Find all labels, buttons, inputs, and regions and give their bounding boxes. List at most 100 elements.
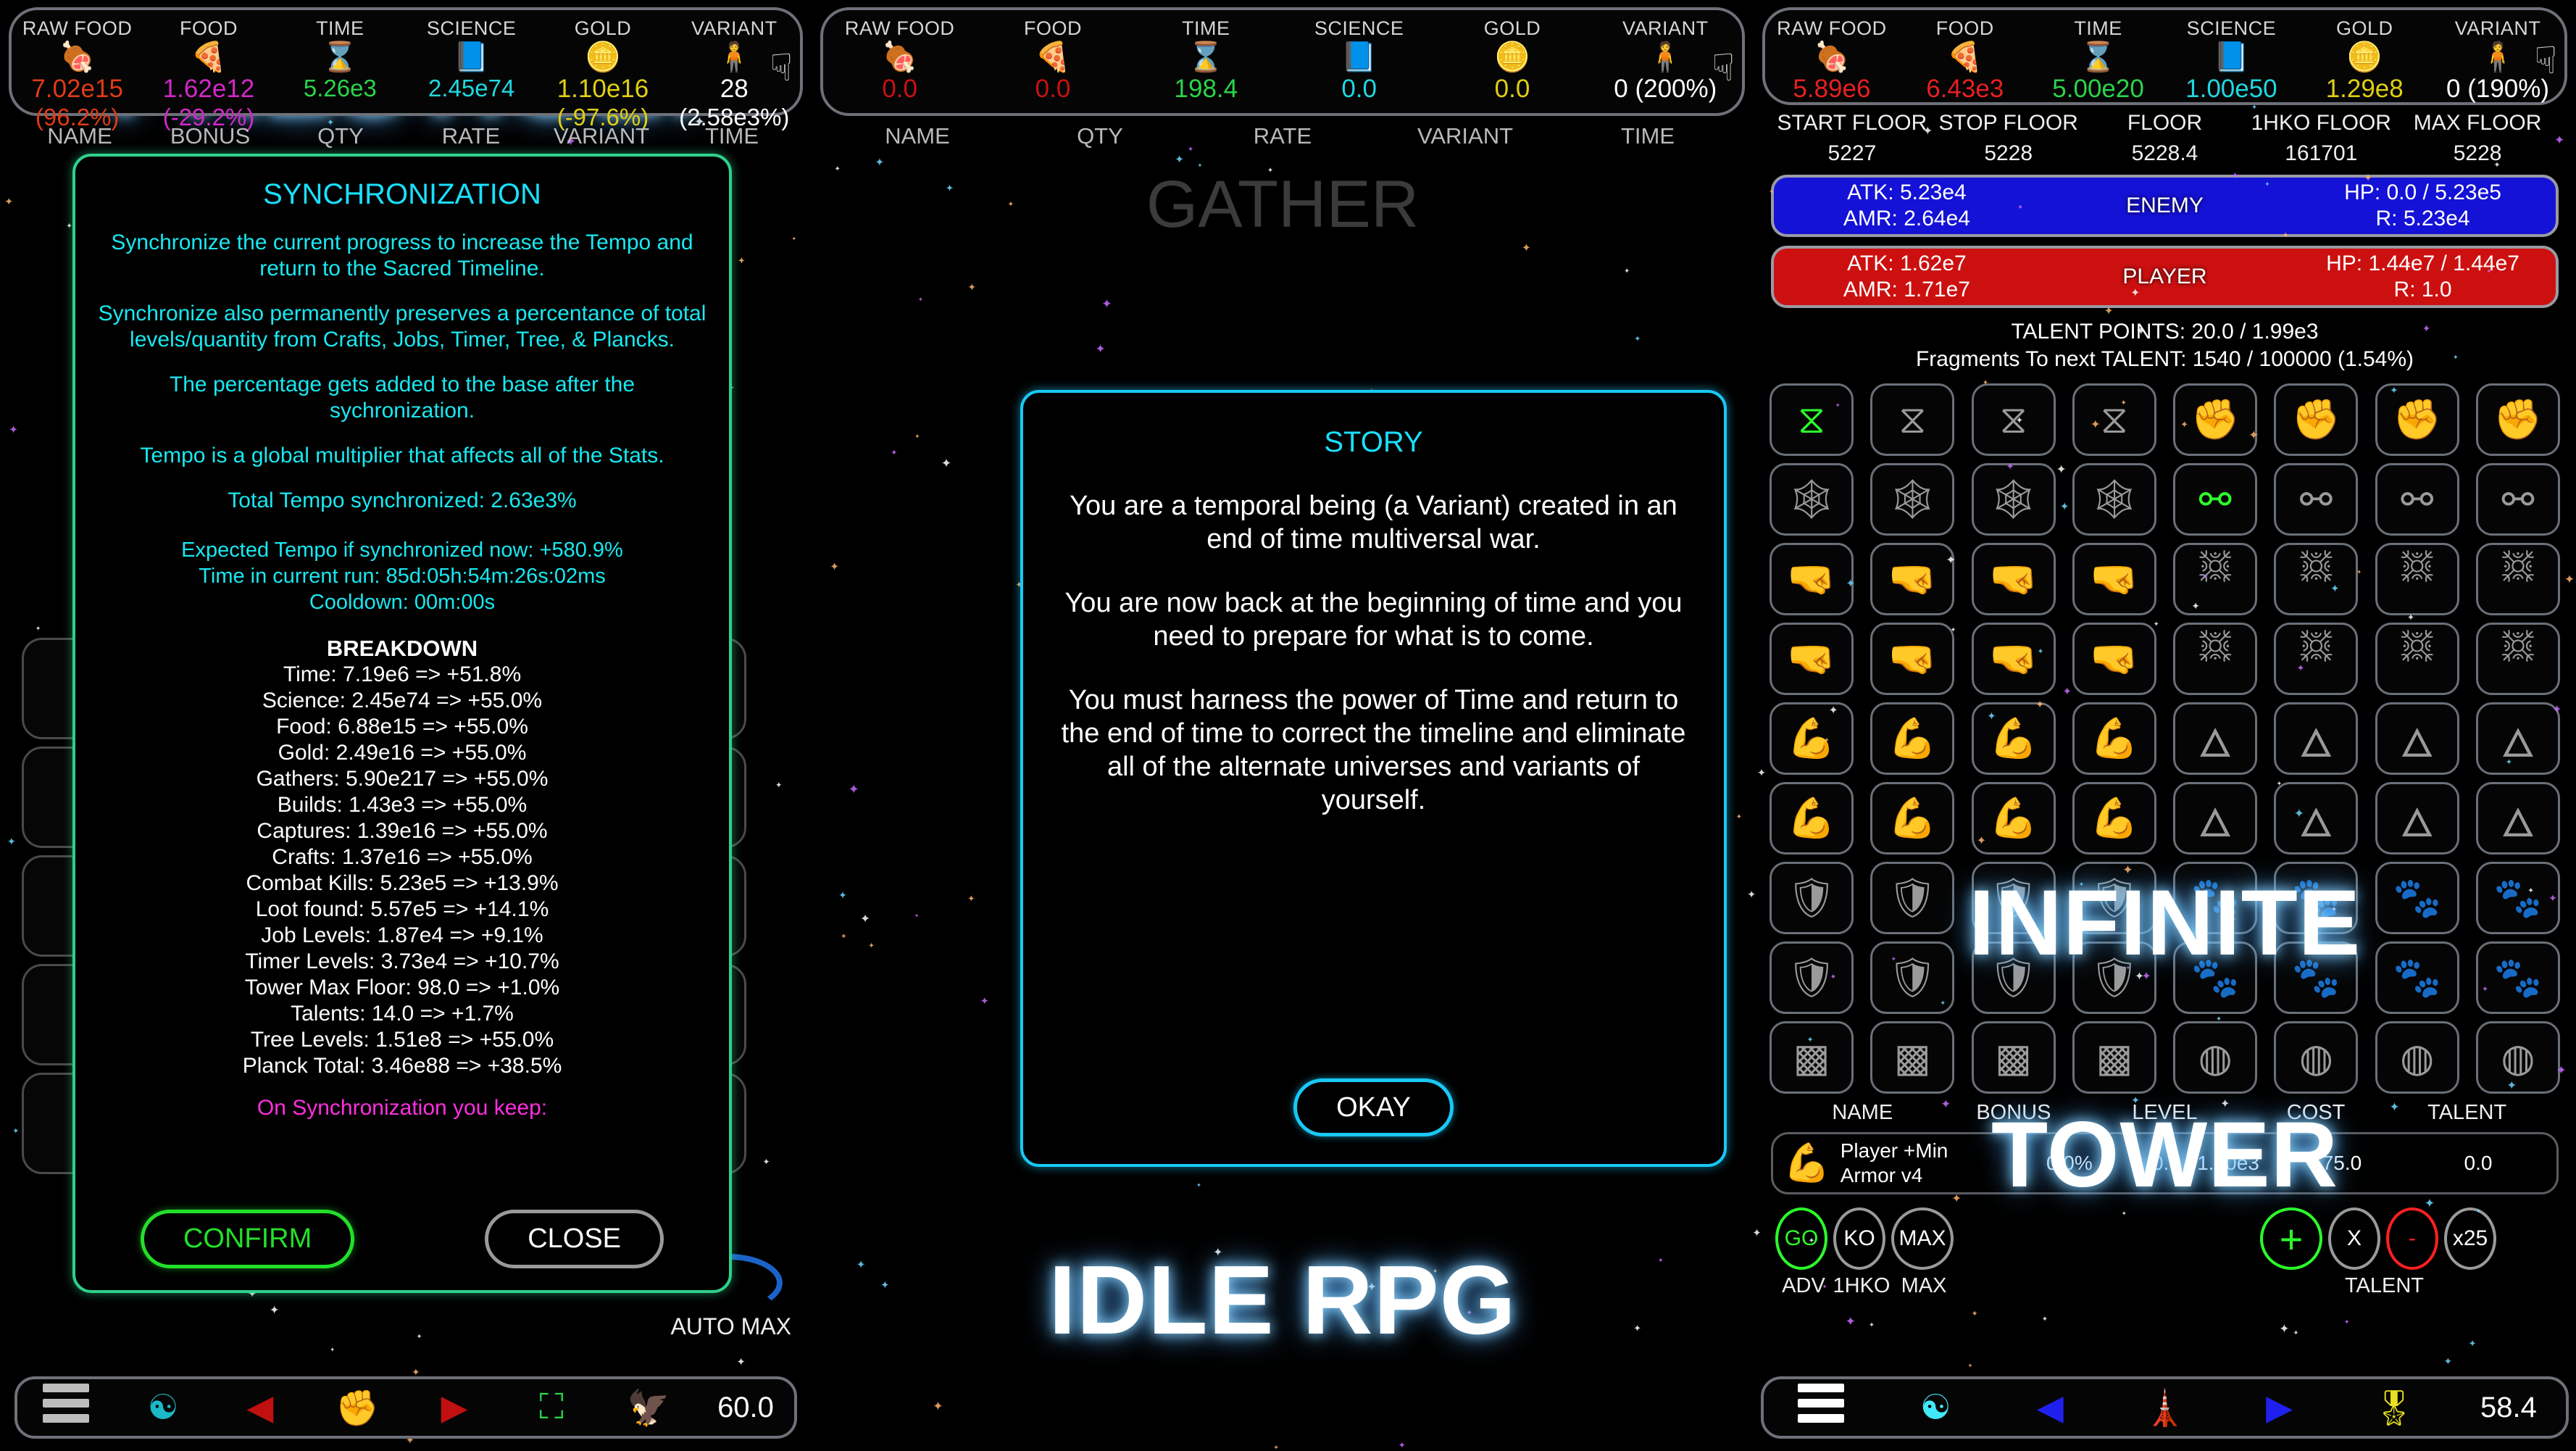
talent-cell[interactable]: 🤜 (1770, 623, 1854, 695)
resource-time[interactable]: TIME ⌛ 198.4 (1130, 10, 1283, 104)
talent-medal-icon[interactable]: 🎖 (2337, 1387, 2451, 1429)
talent-cell[interactable]: 💪 (2072, 702, 2156, 775)
talent-cell[interactable]: ◍ (2173, 1021, 2258, 1094)
value-start-floor[interactable]: 5227 (1774, 141, 1930, 166)
confirm-button[interactable]: CONFIRM (140, 1210, 355, 1268)
talent-cell[interactable]: 🤜 (1870, 623, 1955, 695)
resource-food[interactable]: FOOD 🍕 1.62e12 (-29.2%) (143, 10, 274, 131)
resource-label: GOLD (2335, 17, 2393, 39)
talent-cell[interactable]: ⚯ (2375, 463, 2459, 536)
talent-cell[interactable]: 🜂 (2475, 702, 2560, 775)
prev-arrow-icon[interactable]: ◀ (1993, 1387, 2107, 1428)
talent-cell[interactable]: 🕸 (2072, 463, 2156, 536)
talent-cell[interactable]: 🤜 (2072, 543, 2156, 615)
prev-arrow-icon[interactable]: ◀ (212, 1387, 309, 1428)
talent-cell[interactable]: ▩ (2072, 1021, 2156, 1094)
talent-cell[interactable]: 𑗋 (2274, 543, 2359, 615)
next-arrow-icon[interactable]: ▶ (2222, 1387, 2337, 1428)
talent-cell[interactable]: ⚯ (2274, 463, 2359, 536)
talent-cell[interactable]: 🕸 (1971, 463, 2056, 536)
talent-cell[interactable]: ⧖ (1971, 383, 2056, 456)
talent-cell[interactable]: 🜂 (2475, 782, 2560, 855)
talent-cell[interactable]: 🜂 (2274, 702, 2359, 775)
resource-food[interactable]: FOOD 🍕 6.43e3 (1898, 10, 2032, 104)
go-button[interactable]: GO (1775, 1207, 1827, 1270)
talent-cell[interactable]: 🜂 (2375, 782, 2459, 855)
talent-cell[interactable]: 💪 (1870, 782, 1955, 855)
talent-cell[interactable]: 💪 (1971, 702, 2056, 775)
talent-cell[interactable]: 🤜 (2072, 623, 2156, 695)
prestige-icon[interactable]: ☯ (114, 1387, 212, 1428)
talent-cell[interactable]: 𑗋 (2475, 623, 2560, 695)
talent-cell[interactable]: 𑗋 (2475, 543, 2560, 615)
next-arrow-icon[interactable]: ▶ (406, 1387, 503, 1428)
talent-cell[interactable]: 𑗋 (2375, 623, 2459, 695)
resource-gold[interactable]: GOLD 🪙 1.10e16 (-97.6%) (537, 10, 668, 131)
variant-bird-icon[interactable]: 🦅 (600, 1387, 697, 1429)
talent-cell[interactable]: 🜂 (2173, 702, 2258, 775)
talent-multiply-button[interactable]: X (2328, 1207, 2380, 1270)
talent-remove-button[interactable]: - (2386, 1207, 2438, 1270)
resource-science[interactable]: SCIENCE 📘 1.00e50 (2164, 10, 2298, 104)
talent-cell[interactable]: 🜂 (2375, 702, 2459, 775)
resource-food[interactable]: FOOD 🍕 0.0 (976, 10, 1129, 104)
talent-cell[interactable]: 𑗋 (2375, 543, 2459, 615)
talent-cell[interactable]: ◍ (2274, 1021, 2359, 1094)
resource-gold[interactable]: GOLD 🪙 0.0 (1435, 10, 1588, 104)
talent-cell[interactable]: 🤜 (1770, 543, 1854, 615)
talent-cell[interactable]: ⚯ (2173, 463, 2258, 536)
talent-cell[interactable]: 𑗋 (2274, 623, 2359, 695)
resource-science[interactable]: SCIENCE 📘 2.45e74 (406, 10, 537, 102)
talent-cell[interactable]: ✊ (2274, 383, 2359, 456)
talent-cell[interactable]: 🤜 (1870, 543, 1955, 615)
talent-cell[interactable]: ⧖ (1770, 383, 1854, 456)
menu-button[interactable] (17, 1377, 114, 1438)
resource-raw-food[interactable]: RAW FOOD 🍖 0.0 (823, 10, 976, 104)
talent-cell[interactable]: 🕸 (1870, 463, 1955, 536)
resource-raw-food[interactable]: RAW FOOD 🍖 5.89e6 (1765, 10, 1898, 104)
talent-quantity-button[interactable]: x25 (2444, 1207, 2496, 1270)
talent-cell[interactable]: 💪 (1770, 782, 1854, 855)
tree-icon[interactable]: ⛶ (503, 1387, 600, 1428)
pointer-hand-icon: ☟ (770, 47, 793, 89)
talent-cell[interactable]: 🤜 (1971, 623, 2056, 695)
talent-cell[interactable]: 💪 (1770, 702, 1854, 775)
talent-cell[interactable]: ◍ (2475, 1021, 2560, 1094)
talent-cell[interactable]: 🜂 (2173, 782, 2258, 855)
talent-add-button[interactable]: + (2260, 1207, 2322, 1270)
talent-cell[interactable]: ⧖ (2072, 383, 2156, 456)
talent-cell[interactable]: 🕸 (1770, 463, 1854, 536)
menu-button[interactable] (1764, 1377, 1878, 1438)
talent-cell[interactable]: ✊ (2475, 383, 2560, 456)
talent-cell[interactable]: 𑗋 (2173, 623, 2258, 695)
talent-cell[interactable]: 𑗋 (2173, 543, 2258, 615)
ko-button[interactable]: KO (1833, 1207, 1885, 1270)
okay-button[interactable]: OKAY (1293, 1078, 1454, 1136)
resource-science[interactable]: SCIENCE 📘 0.0 (1283, 10, 1435, 104)
talent-cell[interactable]: 💪 (1971, 782, 2056, 855)
talent-cell[interactable]: ✊ (2375, 383, 2459, 456)
resource-gold[interactable]: GOLD 🪙 1.29e8 (2298, 10, 2431, 104)
value-stop-floor[interactable]: 5228 (1930, 141, 2087, 166)
close-button[interactable]: CLOSE (485, 1210, 664, 1268)
resource-raw-food[interactable]: RAW FOOD 🍖 7.02e15 (96.2%) (12, 10, 143, 131)
talent-cell[interactable]: ⧖ (1870, 383, 1955, 456)
talent-cell[interactable]: 🤜 (1971, 543, 2056, 615)
talent-cell[interactable]: ◍ (2375, 1021, 2459, 1094)
max-button[interactable]: MAX (1891, 1207, 1954, 1270)
tower-icon[interactable]: 🗼 (2107, 1387, 2222, 1429)
gather-fist-icon[interactable]: ✊ (309, 1387, 406, 1429)
resource-time[interactable]: TIME ⌛ 5.26e3 (275, 10, 406, 102)
resource-time[interactable]: TIME ⌛ 5.00e20 (2032, 10, 2165, 104)
talent-cell[interactable]: ✊ (2173, 383, 2258, 456)
prestige-icon[interactable]: ☯ (1878, 1387, 1993, 1428)
col-head-rate: RATE (1253, 123, 1312, 149)
talent-cell[interactable]: ⚯ (2475, 463, 2560, 536)
talent-cell[interactable]: 💪 (2072, 782, 2156, 855)
talent-cell[interactable]: ▩ (1971, 1021, 2056, 1094)
talent-cell[interactable]: ▩ (1870, 1021, 1955, 1094)
talent-cell[interactable]: 🜂 (2274, 782, 2359, 855)
resource-label: SCIENCE (1314, 17, 1404, 39)
talent-cell[interactable]: 💪 (1870, 702, 1955, 775)
talent-cell[interactable]: ▩ (1770, 1021, 1854, 1094)
